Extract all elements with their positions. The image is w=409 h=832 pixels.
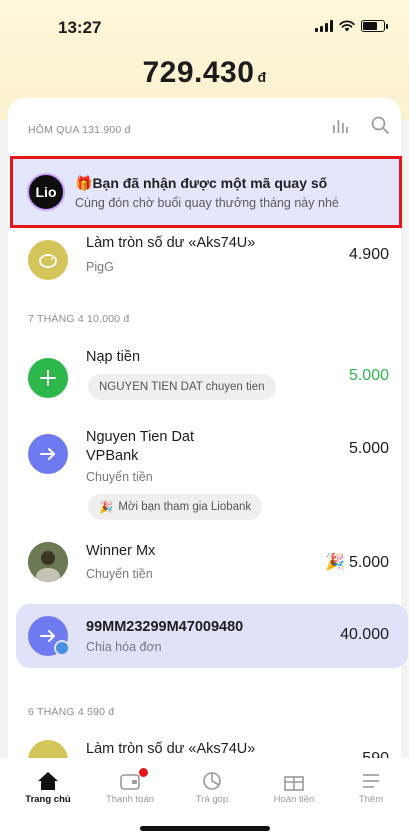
tab-more[interactable]: Thêm xyxy=(336,768,406,805)
transaction-item[interactable]: Nạp tiền NGUYEN TIEN DAT chuyen tien 5.0… xyxy=(8,346,401,410)
wifi-icon xyxy=(339,20,355,32)
transaction-name: Làm tròn số dư «Aks74U» xyxy=(86,741,256,757)
tab-payments[interactable]: Thanh toán xyxy=(90,768,170,805)
wallet-icon xyxy=(120,774,140,790)
tab-installment[interactable]: Trả góp xyxy=(172,768,252,805)
status-time: 13:27 xyxy=(58,18,102,37)
notice-subtitle: Cùng đón chờ buổi quay thưởng tháng này … xyxy=(75,195,339,210)
transaction-amount: 🎉 5.000 xyxy=(325,554,389,571)
transaction-amount: 590 xyxy=(362,750,389,758)
transaction-sub: Chia hóa đơn xyxy=(86,640,162,654)
tab-label: Thêm xyxy=(358,794,384,805)
transaction-amount: 5.000 xyxy=(348,367,389,384)
transaction-sub: PigG xyxy=(86,260,114,274)
tab-label: Trang chủ xyxy=(25,794,71,805)
avatar xyxy=(28,542,68,582)
battery-icon xyxy=(361,20,388,32)
bottom-tab-bar: Trang chủ Thanh toán Trả góp Hoàn tiền T… xyxy=(0,758,409,832)
signal-icon xyxy=(315,20,333,32)
tab-home[interactable]: Trang chủ xyxy=(8,768,88,805)
lio-logo: Lio xyxy=(27,173,65,211)
toolbar xyxy=(331,116,389,134)
transaction-sub: Chuyển tiền xyxy=(86,470,153,484)
transaction-item[interactable]: Làm tròn số dư «Aks74U» 590 xyxy=(8,738,401,758)
gift-icon xyxy=(284,776,304,791)
transaction-item[interactable]: Winner Mx Chuyển tiền 🎉 5.000 xyxy=(8,538,401,590)
transaction-note-chip: NGUYEN TIEN DAT chuyen tien xyxy=(88,374,276,400)
invite-chip: 🎉 Mời bạn tham gia Liobank xyxy=(88,494,263,520)
transaction-amount: 40.000 xyxy=(340,626,389,643)
group-header-apr6: 6 THÁNG 4 590 đ xyxy=(28,706,115,718)
group-header-yesterday: HÔM QUA 131.900 đ xyxy=(28,124,131,136)
pie-chart-icon xyxy=(203,772,221,790)
transaction-sub: Chuyển tiền xyxy=(86,567,153,581)
piggy-icon xyxy=(28,240,68,280)
arrow-right-icon xyxy=(28,434,68,474)
party-popper-icon: 🎉 xyxy=(325,554,345,571)
home-icon xyxy=(38,772,58,790)
plus-icon xyxy=(28,358,68,398)
home-indicator xyxy=(140,826,270,831)
piggy-icon xyxy=(28,740,68,758)
transaction-name: Nguyen Tien Dat xyxy=(86,429,195,445)
bar-chart-icon[interactable] xyxy=(331,117,349,133)
transaction-item[interactable]: Nguyen Tien Dat VPBank Chuyển tiền 🎉 Mời … xyxy=(8,426,401,520)
menu-icon xyxy=(363,774,379,788)
transaction-name: Winner Mx xyxy=(86,543,156,559)
split-bill-badge-icon xyxy=(54,640,70,656)
party-icon: 🎉 xyxy=(99,502,114,514)
transaction-amount: 5.000 xyxy=(348,440,389,457)
tab-label: Trả góp xyxy=(195,794,229,805)
notice-title: 🎁Bạn đã nhận được một mã quay số xyxy=(75,174,328,191)
transaction-name: Nạp tiền xyxy=(86,349,141,365)
balance-display[interactable]: 729.430 đ xyxy=(0,56,409,90)
transaction-item[interactable]: 99MM23299M47009480 Chia hóa đơn 40.000 xyxy=(8,604,401,668)
status-bar: 13:27 xyxy=(0,0,409,52)
transaction-item[interactable]: Làm tròn số dư «Aks74U» PigG 4.900 xyxy=(8,232,401,284)
balance-currency: đ xyxy=(257,69,267,85)
transaction-name: 99MM23299M47009480 xyxy=(86,619,244,635)
status-icons xyxy=(315,20,388,32)
tab-label: Hoàn tiền xyxy=(273,794,315,805)
balance-amount: 729.430 xyxy=(142,56,255,89)
transaction-amount: 4.900 xyxy=(348,246,389,263)
notification-dot xyxy=(139,768,148,777)
group-header-apr7: 7 THÁNG 4 10.000 đ xyxy=(28,313,130,325)
transaction-name: Làm tròn số dư «Aks74U» xyxy=(86,235,256,251)
lucky-draw-notice[interactable]: Lio 🎁Bạn đã nhận được một mã quay số Cùn… xyxy=(10,156,402,228)
tab-cashback[interactable]: Hoàn tiền xyxy=(254,768,334,805)
search-icon[interactable] xyxy=(371,116,389,134)
tab-label: Thanh toán xyxy=(105,794,155,805)
transaction-bank: VPBank xyxy=(86,448,139,464)
gift-icon: 🎁 xyxy=(75,174,93,191)
